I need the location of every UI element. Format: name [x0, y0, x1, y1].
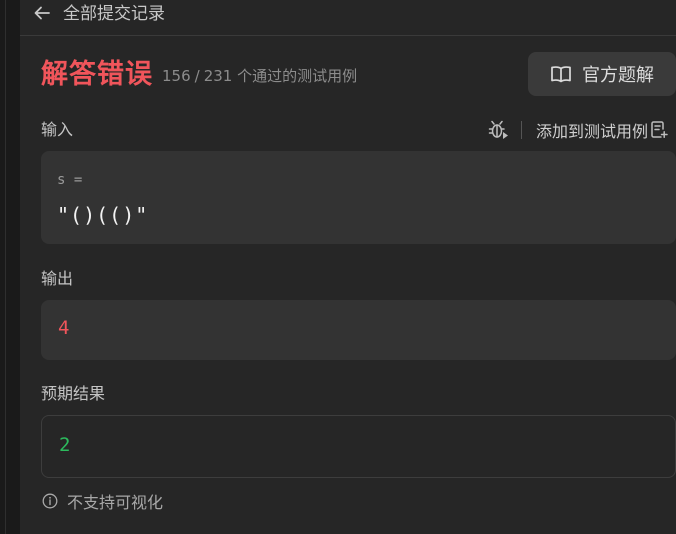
passed-count: 156/231 个通过的测试用例 — [162, 67, 358, 85]
output-label: 输出 — [41, 269, 74, 288]
official-solution-label: 官方题解 — [582, 65, 654, 86]
bug-icon[interactable] — [487, 119, 509, 141]
input-variable-value: "()(()" — [57, 203, 149, 227]
output-value: 4 — [58, 317, 70, 339]
passed-number: 156 — [162, 67, 191, 85]
official-solution-button[interactable]: 官方题解 — [528, 52, 676, 96]
book-icon — [551, 66, 571, 83]
tools-divider — [520, 121, 522, 139]
visualization-note: 不支持可视化 — [42, 489, 163, 513]
info-icon — [42, 493, 58, 509]
output-value-box: 4 — [41, 300, 676, 360]
all-submissions-link[interactable]: 全部提交记录 — [63, 2, 165, 26]
input-variable-name: s = — [57, 172, 83, 188]
expected-value-box: 2 — [41, 415, 676, 478]
submission-detail-panel: 全部提交记录 解答错误 156/231 个通过的测试用例 官方题解 输入 添加到… — [20, 0, 676, 534]
input-tools: 添加到测试用例 — [487, 117, 668, 143]
left-gutter — [0, 0, 20, 534]
input-label: 输入 — [41, 120, 74, 139]
input-value-box: s = "()(()" — [41, 151, 676, 244]
passed-suffix: 个通过的测试用例 — [237, 67, 358, 85]
add-to-testcases-button[interactable]: 添加到测试用例 — [536, 118, 648, 142]
document-add-icon[interactable] — [650, 120, 668, 140]
visualization-note-text: 不支持可视化 — [67, 493, 164, 512]
top-bar: 全部提交记录 — [20, 0, 676, 36]
arrow-left-icon[interactable] — [31, 2, 53, 24]
expected-value: 2 — [59, 434, 71, 456]
result-status: 解答错误 — [41, 59, 153, 90]
expected-label: 预期结果 — [41, 384, 106, 403]
total-number: 231 — [203, 67, 233, 85]
